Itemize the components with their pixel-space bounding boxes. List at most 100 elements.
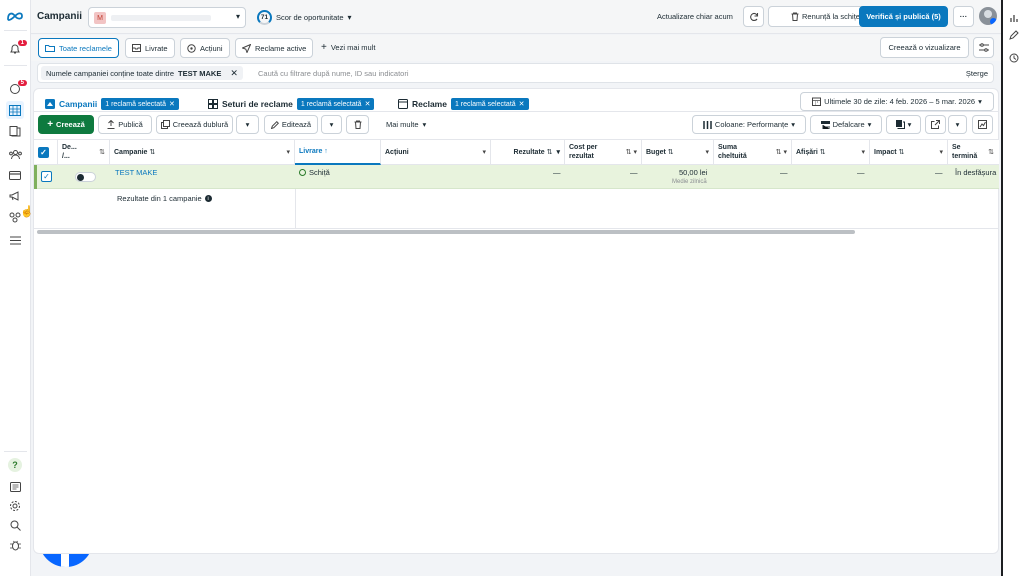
search-icon[interactable]	[6, 516, 24, 534]
breakdown-icon	[820, 120, 830, 129]
cost-per-result-value: —	[630, 168, 638, 177]
reports-dropdown[interactable]: ▾	[886, 115, 921, 134]
notifications-bell-icon[interactable]: 1	[6, 40, 27, 58]
selection-badge: 1 reclamă selectată ✕	[450, 98, 529, 110]
tab-actions[interactable]: Acțiuni	[180, 38, 230, 58]
column-impressions[interactable]: Afișări ⇅ ▾	[792, 139, 870, 165]
target-icon	[187, 43, 196, 53]
see-more-tabs-button[interactable]: + Vezi mai mult	[321, 42, 375, 52]
filter-bar[interactable]: Numele campaniei conține toate dintre TE…	[37, 63, 994, 83]
inbox-icon	[132, 44, 141, 52]
folder-icon	[45, 44, 55, 52]
close-icon[interactable]: ✕	[365, 100, 371, 108]
billing-card-icon[interactable]	[6, 166, 24, 184]
chevron-down-icon: ▾	[245, 120, 250, 129]
charts-button[interactable]	[972, 115, 993, 134]
selection-badge: 1 reclamă selectată ✕	[296, 98, 375, 110]
send-icon	[242, 43, 251, 53]
column-cost-per-result[interactable]: Cost per rezultat ⇅ ▾	[565, 139, 642, 165]
opportunity-score[interactable]: 71 Scor de oportunitate ▾	[257, 8, 352, 26]
row-checkbox[interactable]: ✓	[41, 171, 52, 182]
column-campaign[interactable]: Campanie ⇅ ▾	[110, 139, 295, 165]
column-impact[interactable]: Impact ⇅ ▾	[870, 139, 948, 165]
chevron-down-icon: ▾	[482, 149, 486, 156]
create-button[interactable]: + Creează	[38, 115, 94, 134]
publish-button[interactable]: Publică	[98, 115, 152, 134]
sort-icon: ⇅	[817, 149, 826, 156]
create-view-button[interactable]: Creează o vizualizare	[880, 37, 969, 58]
meta-logo-icon[interactable]	[6, 7, 24, 25]
opportunity-score-gauge: 71	[257, 9, 272, 25]
filter-search-input[interactable]: Caută cu filtrare după nume, ID sau indi…	[258, 69, 409, 78]
view-settings-button[interactable]	[973, 37, 994, 58]
close-icon[interactable]: ✕	[519, 100, 525, 108]
more-actions-dropdown[interactable]: Mai multe ▾	[386, 120, 426, 129]
tab-active-ads[interactable]: Reclame active	[235, 38, 314, 58]
column-toggle[interactable]: De... /... ⇅	[58, 139, 110, 165]
edit-dropdown[interactable]: ▾	[321, 115, 342, 134]
trash-icon	[354, 120, 361, 129]
close-icon[interactable]: ✕	[230, 68, 238, 79]
duplicate-button[interactable]: Creează dublură	[156, 115, 233, 134]
draft-status-icon	[299, 169, 306, 176]
results-summary: Rezultate din 1 campanie i	[117, 194, 212, 203]
help-icon[interactable]: ?	[6, 456, 24, 474]
left-sidebar: 1 5 ☝ ?	[0, 0, 34, 576]
column-ends[interactable]: Se termină ⇅	[948, 139, 998, 165]
export-dropdown[interactable]: ▾	[948, 115, 967, 134]
campaign-folder-icon	[45, 99, 55, 109]
settings-gear-icon[interactable]	[6, 497, 24, 515]
history-clock-icon[interactable]	[1007, 51, 1021, 65]
close-icon[interactable]: ✕	[169, 100, 175, 108]
sort-icon: ⇅	[147, 149, 156, 156]
filter-chip[interactable]: Numele campaniei conține toate dintre TE…	[41, 66, 243, 80]
ad-account-selector[interactable]: M ▾	[88, 7, 246, 28]
edit-button[interactable]: Editează	[264, 115, 318, 134]
column-results[interactable]: Rezultate ⇅ ▾	[491, 139, 565, 165]
edit-pencil-icon[interactable]	[1007, 28, 1021, 42]
refresh-icon	[749, 12, 758, 21]
avatar[interactable]	[979, 7, 997, 25]
reporting-chart-icon[interactable]	[1007, 11, 1021, 25]
chevron-down-icon: ▾	[235, 12, 240, 21]
date-range-picker[interactable]: Ultimele 30 de zile: 4 feb. 2026 – 5 mar…	[800, 92, 994, 111]
audiences-icon[interactable]	[6, 145, 24, 163]
column-amount-spent[interactable]: Suma cheltuită ⇅ ▾	[714, 139, 792, 165]
horizontal-scrollbar[interactable]	[37, 230, 855, 234]
bug-report-icon[interactable]	[6, 536, 24, 554]
megaphone-icon[interactable]	[6, 187, 24, 205]
columns-selector[interactable]: Coloane: Performanțe ▾	[692, 115, 806, 134]
delivery-status: Schiță	[299, 168, 330, 177]
breakdown-selector[interactable]: Defalcare ▾	[810, 115, 882, 134]
alerts-icon[interactable]: 5	[6, 80, 27, 98]
clear-filters-link[interactable]: Șterge	[966, 69, 988, 78]
duplicate-dropdown[interactable]: ▾	[236, 115, 259, 134]
export-button[interactable]	[925, 115, 946, 134]
tab-delivered[interactable]: Livrate	[125, 38, 175, 58]
campaign-on-off-toggle[interactable]	[75, 172, 96, 182]
sort-icon: ⇅	[99, 149, 105, 156]
campaigns-table-icon[interactable]	[6, 101, 24, 119]
tab-all-ads[interactable]: Toate reclamele	[38, 38, 119, 58]
filter-chip-label: Numele campaniei conține toate dintre	[46, 68, 174, 78]
refresh-button[interactable]	[743, 6, 764, 27]
column-budget[interactable]: Buget ⇅ ▾	[642, 139, 714, 165]
sort-icon: ⇅	[988, 149, 994, 156]
review-publish-button[interactable]: Verifică și publică (5)	[859, 6, 948, 27]
delete-button[interactable]	[346, 115, 369, 134]
export-icon	[931, 120, 940, 129]
catalog-icon[interactable]	[6, 122, 24, 140]
account-overview-icon[interactable]	[6, 478, 24, 496]
table-row[interactable]	[34, 165, 999, 189]
discard-drafts-label: Renunță la schițe	[802, 12, 860, 21]
chevron-down-icon: ▾	[939, 149, 943, 156]
all-tools-menu-icon[interactable]	[6, 231, 24, 249]
column-actions[interactable]: Acțiuni ▾	[381, 139, 491, 165]
more-options-button[interactable]: ···	[953, 6, 974, 27]
campaign-name-link[interactable]: TEST MAKE	[115, 168, 157, 177]
select-all-checkbox[interactable]: ✓	[38, 146, 49, 158]
tab-campaigns-label: Campanii	[59, 99, 98, 109]
column-delivery[interactable]: Livrare ↑	[295, 139, 381, 165]
chevron-down-icon: ▾	[286, 149, 290, 156]
impact-value: —	[935, 168, 943, 177]
